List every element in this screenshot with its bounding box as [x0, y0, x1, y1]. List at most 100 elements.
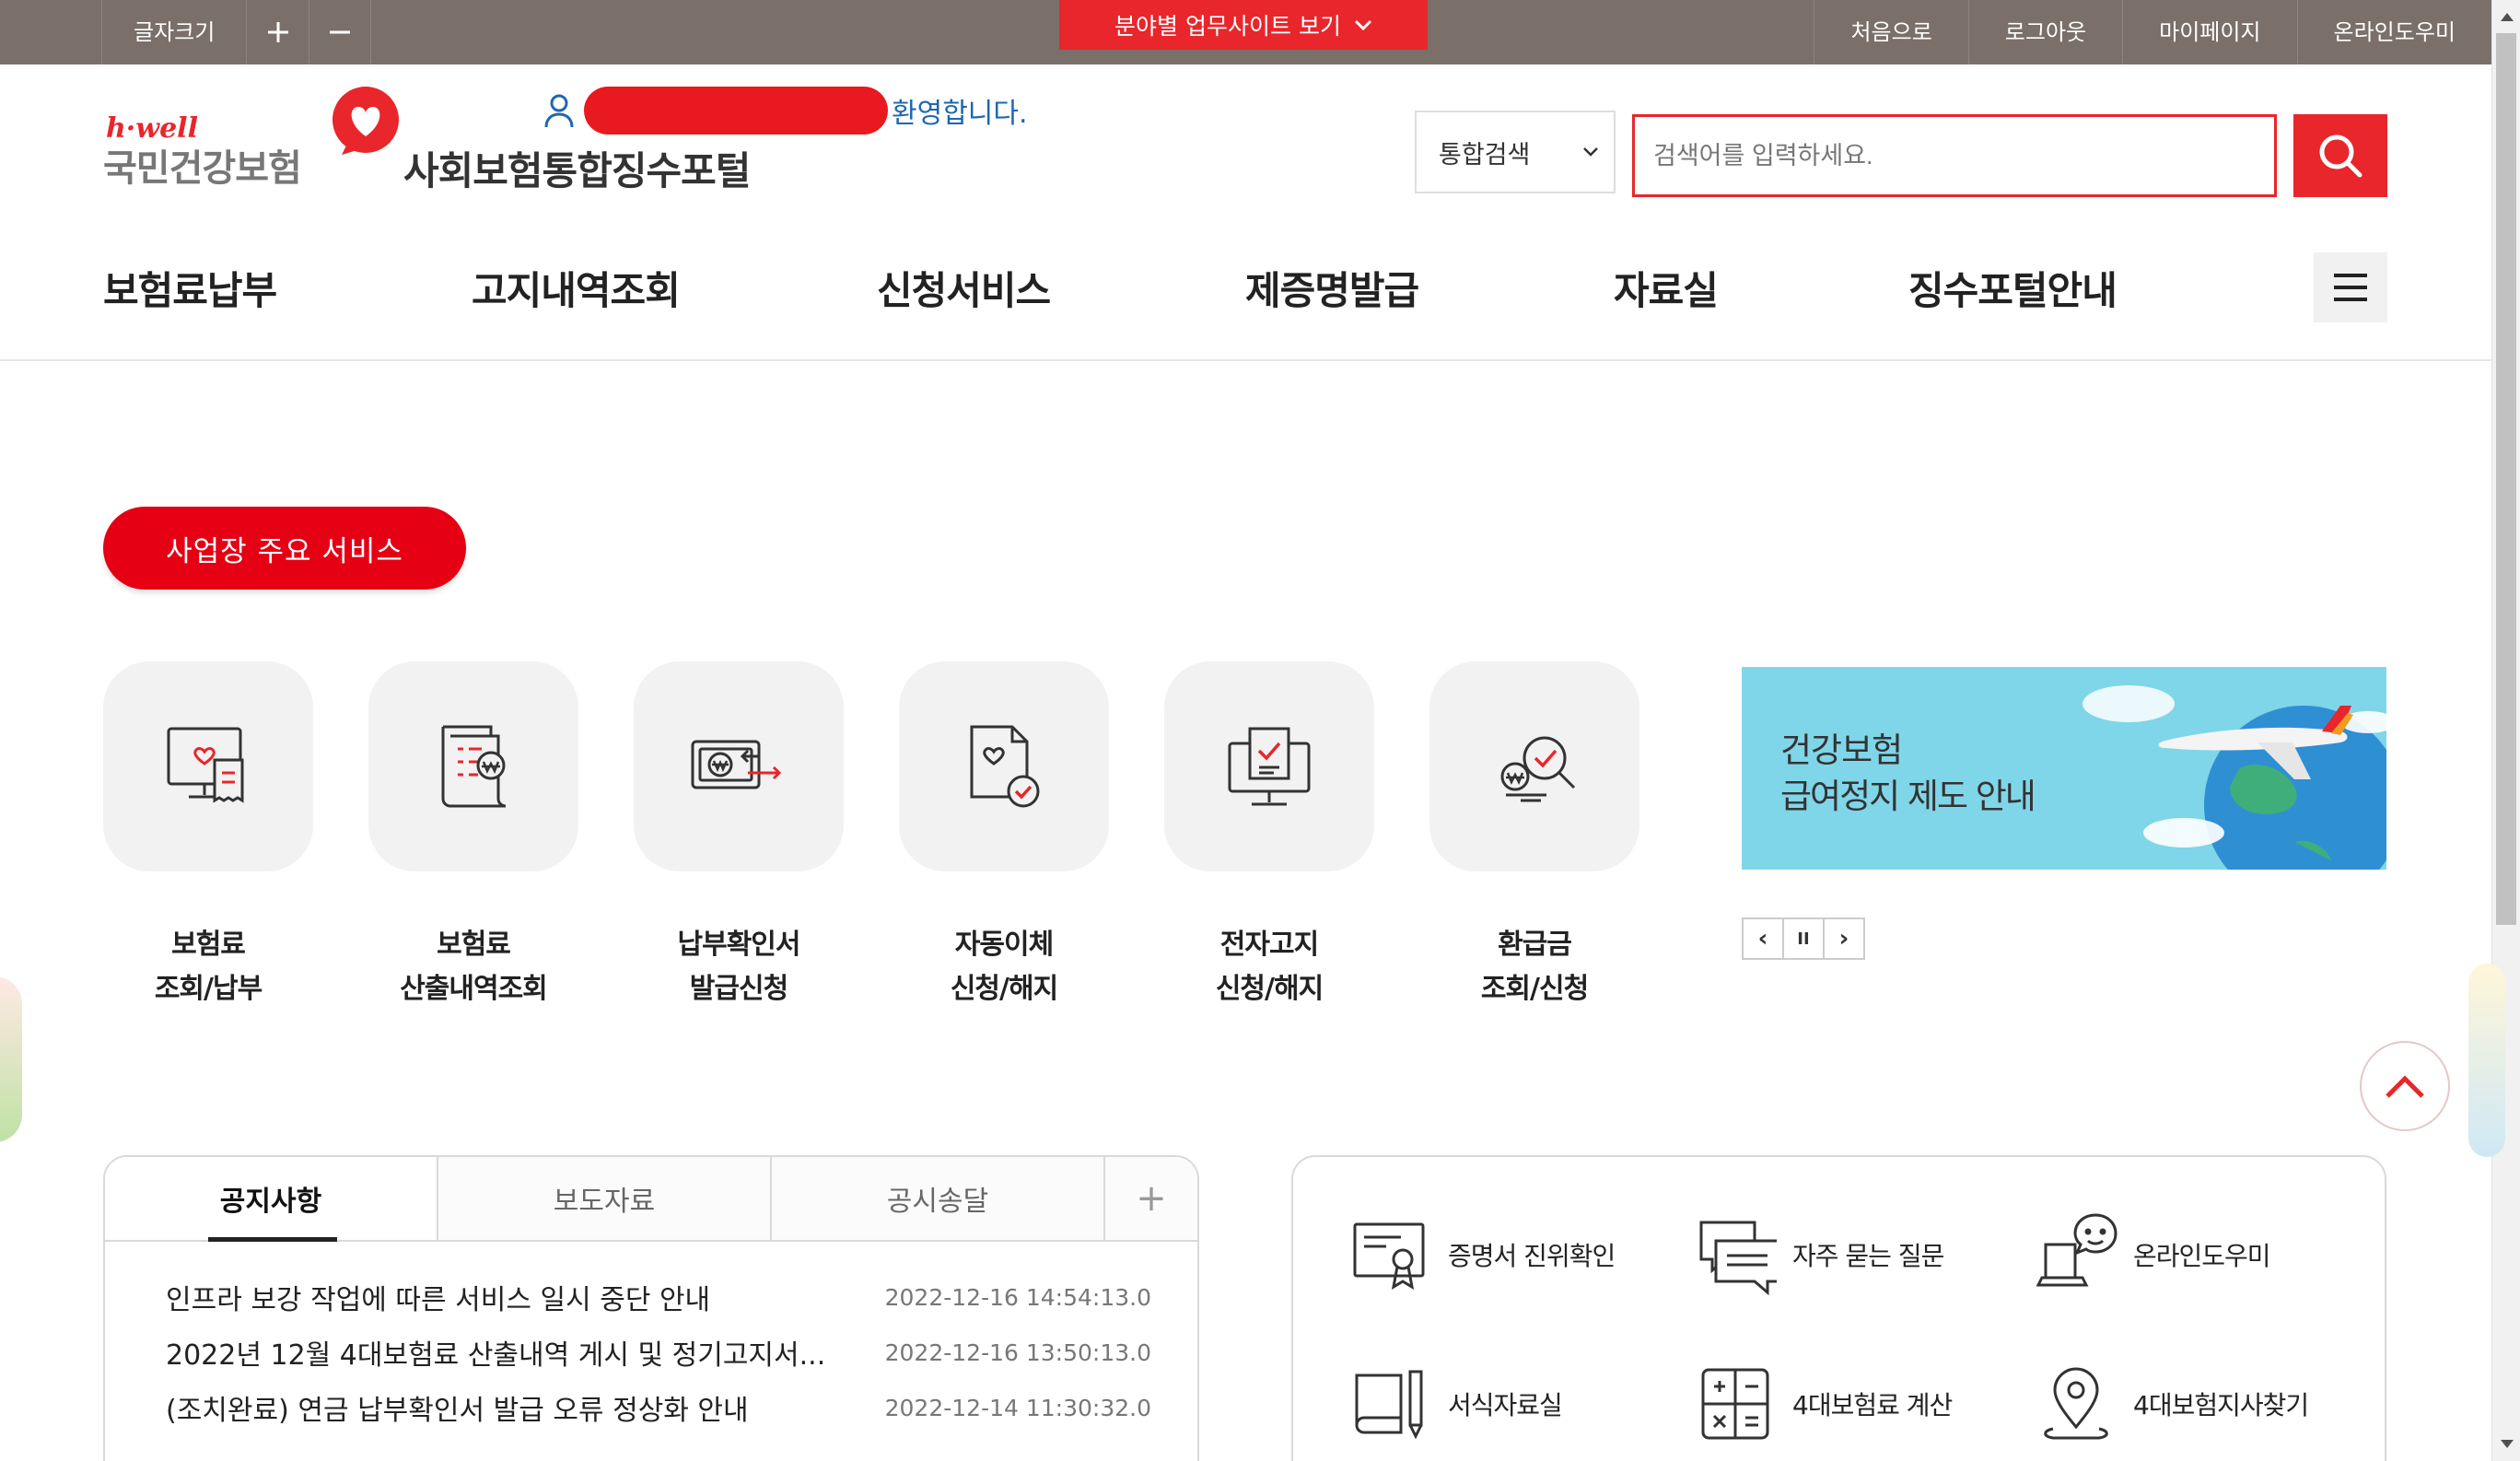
scroll-up-arrow-icon[interactable]	[2501, 13, 2514, 21]
nav-certificate-issue[interactable]: 제증명발급	[1245, 260, 1419, 316]
page-scrollbar[interactable]	[2491, 0, 2520, 1461]
banner-line2: 급여정지 제도 안내	[1780, 777, 2036, 816]
banner-next-button[interactable]: ›	[1823, 918, 1865, 960]
quick-link-label: 4대보험지사찾기	[2133, 1390, 2309, 1420]
doc-check-icon	[970, 725, 1040, 808]
notice-date: 2022-12-16 13:50:13.0	[884, 1338, 1151, 1366]
book-pen-icon	[1355, 1370, 1423, 1440]
decorative-shape-right	[2468, 964, 2505, 1157]
scroll-to-top-button[interactable]	[2360, 1041, 2450, 1131]
quick-certificate-verify[interactable]: 증명서 진위확인	[1345, 1209, 1616, 1301]
service-premium-inquiry[interactable]: 보험료 조회/납부	[103, 661, 313, 1011]
notice-date: 2022-12-16 14:54:13.0	[884, 1283, 1151, 1311]
font-size-label: 글자크기	[101, 0, 246, 64]
notice-board: 공지사항 보도자료 공시송달 + 인프라 보강 작업에 따른 서비스 일시 중단…	[103, 1155, 1199, 1461]
chat-icon	[1699, 1221, 1777, 1296]
service-payment-certificate[interactable]: 납부확인서 발급신청	[634, 661, 844, 1011]
field-sites-dropdown[interactable]: 분야별 업무사이트 보기	[1059, 0, 1428, 50]
minus-icon	[330, 30, 351, 34]
main-navigation: 보험료납부 고지내역조회 신청서비스 제증명발급 자료실 징수포털안내	[0, 238, 2491, 361]
chevron-down-icon	[1354, 19, 1372, 31]
tab-public-notice[interactable]: 공시송달	[772, 1157, 1105, 1240]
scroll-down-arrow-icon[interactable]	[2501, 1440, 2514, 1448]
certificate-icon	[1353, 1222, 1425, 1290]
top-utility-bar: 글자크기 분야별 업무사이트 보기 처음으로 로그아웃 마이페이지 온라인도우미	[0, 0, 2491, 64]
service-icon-box	[103, 661, 313, 871]
document-won-icon	[441, 725, 507, 808]
service-refund[interactable]: 환급금 조회/신청	[1429, 661, 1639, 1011]
font-size-control: 글자크기	[101, 0, 372, 64]
tab-press-releases[interactable]: 보도자료	[438, 1157, 772, 1240]
quick-online-helper[interactable]: 온라인도우미	[2030, 1209, 2271, 1301]
wallet-transfer-icon	[691, 740, 782, 789]
nav-portal-guide[interactable]: 징수포털안내	[1908, 260, 2118, 316]
won-search-icon	[1500, 736, 1576, 802]
search-type-select[interactable]: 통합검색	[1415, 111, 1616, 193]
search-input[interactable]	[1632, 114, 2277, 197]
hamburger-menu-icon[interactable]	[2314, 252, 2387, 322]
redacted-username	[584, 87, 888, 134]
portal-title[interactable]: 사회보험통합징수포털	[403, 140, 751, 196]
font-increase-button[interactable]	[246, 0, 309, 64]
nav-notice-inquiry[interactable]: 고지내역조회	[472, 260, 681, 316]
welcome-text: 환영합니다.	[892, 98, 1028, 130]
monitor-bill-icon	[167, 727, 244, 803]
notice-row[interactable]: (조치완료) 연금 납부확인서 발급 오류 정상화 안내 2022-12-14 …	[166, 1387, 1151, 1428]
service-icon-box	[899, 661, 1109, 871]
quick-link-label: 증명서 진위확인	[1448, 1241, 1616, 1271]
quick-faq[interactable]: 자주 묻는 질문	[1689, 1209, 1944, 1301]
notice-title: (조치완료) 연금 납부확인서 발급 오류 정상화 안내	[166, 1395, 749, 1427]
service-auto-transfer[interactable]: 자동이체 신청/해지	[899, 661, 1109, 1011]
notice-row[interactable]: 인프라 보강 작업에 따른 서비스 일시 중단 안내 2022-12-16 14…	[166, 1277, 1151, 1317]
service-label: 환급금 조회/신청	[1480, 929, 1589, 1005]
online-helper-link[interactable]: 온라인도우미	[2296, 0, 2491, 64]
more-button[interactable]: +	[1105, 1157, 1197, 1240]
service-label: 보험료 조회/납부	[154, 929, 262, 1005]
quick-form-archive[interactable]: 서식자료실	[1345, 1358, 1563, 1450]
service-electronic-notice[interactable]: 전자고지 신청/해지	[1164, 661, 1374, 1011]
nhis-logo[interactable]: h·well 국민건강보험	[103, 85, 407, 195]
search-type-value: 통합검색	[1439, 140, 1531, 169]
tab-notices[interactable]: 공지사항	[105, 1157, 438, 1242]
quick-branch-finder[interactable]: 4대보험지사찾기	[2030, 1358, 2309, 1450]
scrollbar-thumb[interactable]	[2496, 33, 2516, 925]
quick-link-label: 온라인도우미	[2133, 1241, 2271, 1271]
font-decrease-button[interactable]	[309, 0, 372, 64]
mypage-link[interactable]: 마이페이지	[2122, 0, 2296, 64]
nhis-logo-text: 국민건강보험	[103, 147, 302, 190]
service-premium-calculation[interactable]: 보험료 산출내역조회	[368, 661, 578, 1011]
laptop-helper-icon	[2036, 1213, 2118, 1287]
nav-archive[interactable]: 자료실	[1614, 260, 1719, 316]
home-link[interactable]: 처음으로	[1814, 0, 1967, 64]
banner-prev-button[interactable]: ‹	[1742, 918, 1784, 960]
nav-application-service[interactable]: 신청서비스	[877, 260, 1051, 316]
nav-premium-payment[interactable]: 보험료납부	[103, 260, 277, 316]
notice-row[interactable]: 2022년 12월 4대보험료 산출내역 게시 및 정기고지서... 2022-…	[166, 1332, 1151, 1373]
utility-links: 처음으로 로그아웃 마이페이지 온라인도우미	[1814, 0, 2491, 64]
banner-controls: ‹ II ›	[1742, 918, 1865, 960]
search-button[interactable]	[2293, 114, 2387, 197]
chevron-down-icon	[1583, 147, 1598, 157]
quick-link-label: 서식자료실	[1448, 1390, 1563, 1420]
banner-line1: 건강보험	[1780, 730, 1903, 770]
quick-premium-calculator[interactable]: 4대보험료 계산	[1689, 1358, 1953, 1450]
notice-title: 2022년 12월 4대보험료 산출내역 게시 및 정기고지서...	[166, 1339, 826, 1372]
banner-pause-button[interactable]: II	[1782, 918, 1825, 960]
service-label: 전자고지 신청/해지	[1215, 929, 1324, 1005]
service-label: 납부확인서 발급신청	[677, 929, 801, 1005]
field-sites-label: 분야별 업무사이트 보기	[1114, 13, 1341, 40]
search-icon	[2319, 134, 2362, 178]
computer-check-icon	[1228, 727, 1311, 806]
calculator-icon	[1701, 1368, 1769, 1440]
plus-icon	[267, 22, 288, 42]
section-title-pill: 사업장 주요 서비스	[103, 507, 466, 590]
notice-tabs: 공지사항 보도자료 공시송달 +	[105, 1157, 1197, 1242]
user-icon	[544, 94, 574, 128]
logout-link[interactable]: 로그아웃	[1967, 0, 2122, 64]
promo-banner[interactable]: 건강보험 급여정지 제도 안내	[1742, 667, 2386, 870]
service-icon-box	[368, 661, 578, 871]
service-icon-box	[634, 661, 844, 871]
quick-link-label: 자주 묻는 질문	[1792, 1241, 1944, 1271]
location-pin-icon	[2044, 1367, 2108, 1440]
decorative-shape-left	[0, 976, 22, 1142]
